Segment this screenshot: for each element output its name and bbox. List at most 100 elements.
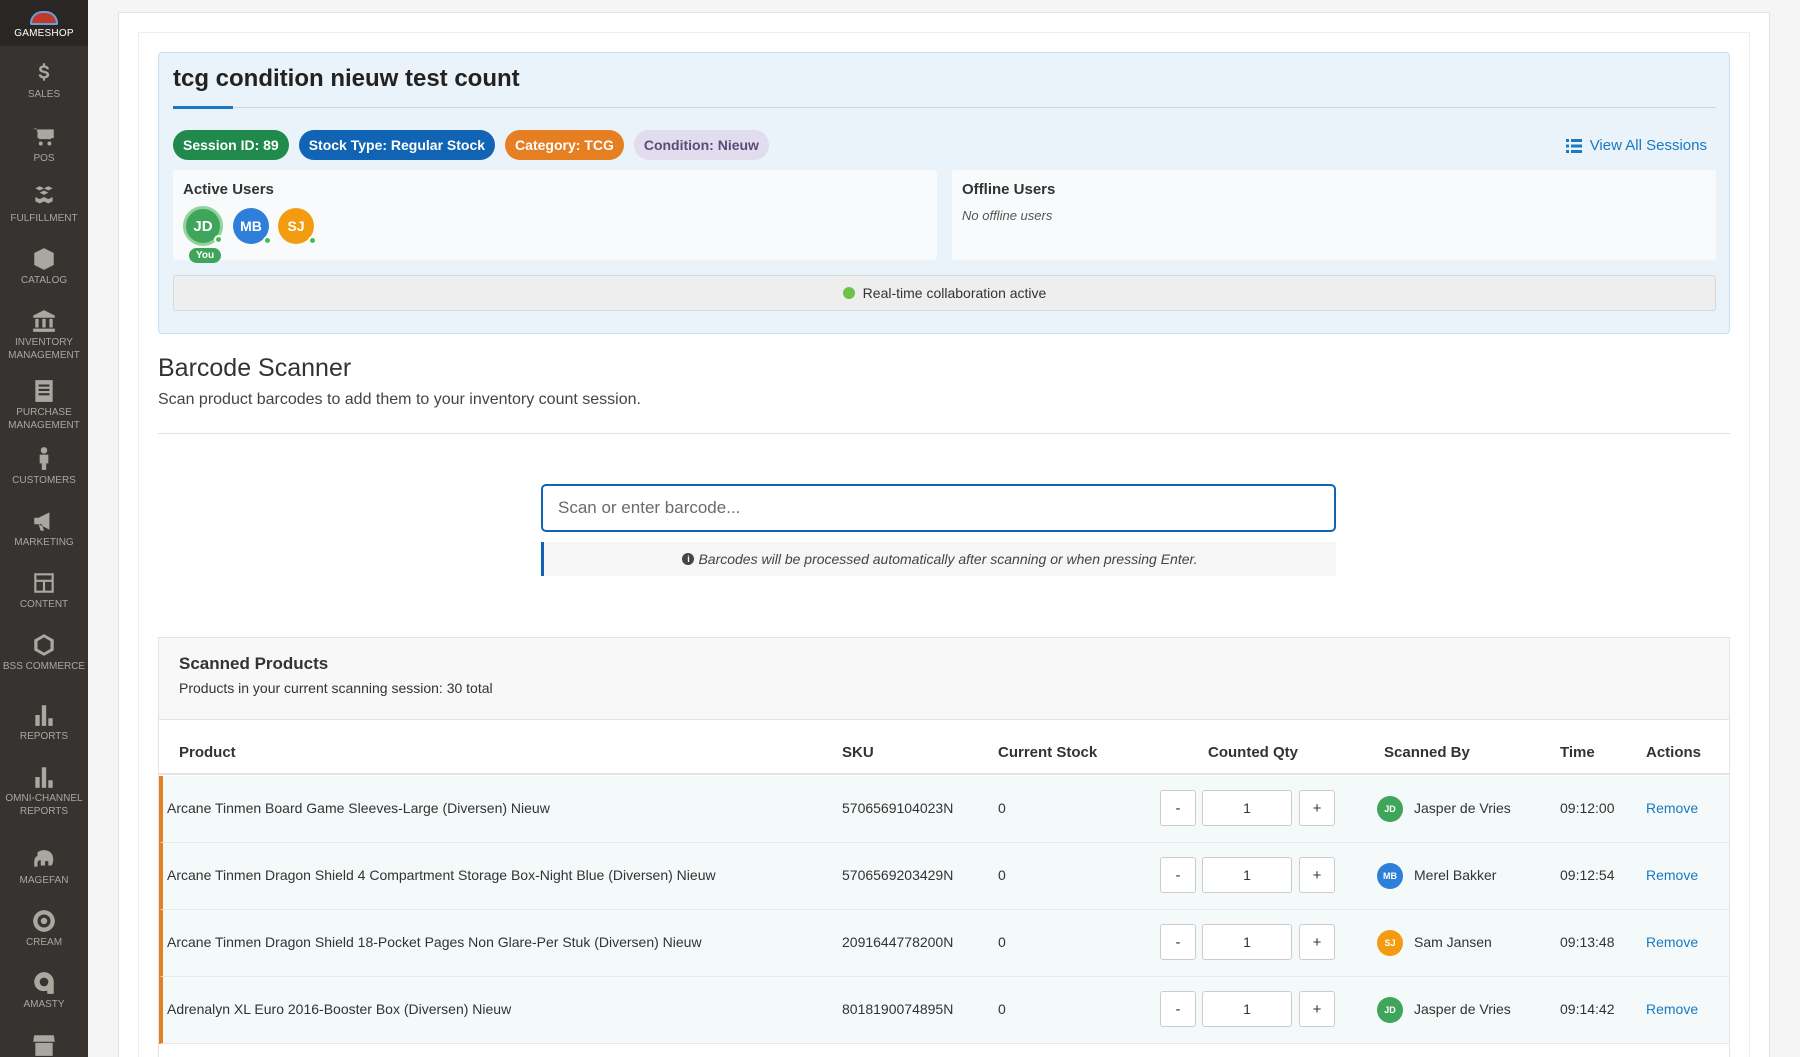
sidebar-item-content[interactable]: CONTENT <box>0 570 88 611</box>
scan-hint-text: Barcodes will be processed automatically… <box>698 551 1198 567</box>
scanned-products-header: Scanned Products Products in your curren… <box>159 638 1729 720</box>
increase-qty-button[interactable]: + <box>1299 857 1335 893</box>
document-icon <box>35 380 53 402</box>
cube-icon <box>34 248 54 270</box>
sidebar-item-catalog[interactable]: CATALOG <box>0 246 88 287</box>
bar-chart-icon <box>35 705 53 726</box>
table-row: Arcane Tinmen Dragon Shield 4 Compartmen… <box>159 843 1729 910</box>
product-sku: 8018190074895N <box>842 1001 954 1017</box>
scan-hint: i Barcodes will be processed automatical… <box>541 542 1336 576</box>
product-sku: 5706569104023N <box>842 800 954 816</box>
view-all-sessions-link[interactable]: View All Sessions <box>1565 137 1707 154</box>
counted-qty-input[interactable] <box>1202 991 1292 1027</box>
remove-button[interactable]: Remove <box>1646 800 1698 816</box>
decrease-qty-button[interactable]: - <box>1160 857 1196 893</box>
page-title: tcg condition nieuw test count <box>173 65 520 92</box>
column-header-sku[interactable]: SKU <box>842 744 874 761</box>
sidebar-item-label: MARKETING <box>14 537 74 548</box>
status-dot-icon <box>842 287 855 299</box>
cart-icon <box>33 128 54 146</box>
avatar-sj[interactable]: SJ <box>278 208 317 245</box>
current-stock: 0 <box>998 1001 1006 1017</box>
barcode-input[interactable] <box>541 484 1336 532</box>
boxes-icon <box>35 186 53 204</box>
sidebar-item-label: SALES <box>27 89 61 100</box>
sidebar-item-more[interactable] <box>0 1032 88 1057</box>
sidebar-item-label: PURCHASE MANAGEMENT <box>8 407 80 431</box>
scanner-divider <box>158 433 1730 434</box>
decrease-qty-button[interactable]: - <box>1160 991 1196 1027</box>
sidebar-item-reports[interactable]: REPORTS <box>0 702 88 743</box>
condition-badge: Condition: Nieuw <box>633 130 769 160</box>
sidebar-item-bss-commerce[interactable]: BSS COMMERCE <box>0 632 88 673</box>
avatar-initials: MB <box>240 218 262 234</box>
remove-button[interactable]: Remove <box>1646 867 1698 883</box>
column-header-counted-qty[interactable]: Counted Qty <box>1208 744 1298 761</box>
sidebar-item-marketing[interactable]: MARKETING <box>0 508 88 549</box>
remove-button[interactable]: Remove <box>1646 1001 1698 1017</box>
sidebar-item-fulfillment[interactable]: FULFILLMENT <box>0 184 88 225</box>
column-header-time[interactable]: Time <box>1560 744 1595 761</box>
column-header-scanned-by[interactable]: Scanned By <box>1384 744 1470 761</box>
scan-time: 09:12:54 <box>1560 867 1615 883</box>
sidebar-item-customers[interactable]: CUSTOMERS <box>0 446 88 487</box>
scanner-avatar: JD <box>1377 796 1403 822</box>
title-accent <box>173 106 233 109</box>
product-sku: 2091644778200N <box>842 934 954 950</box>
table-row: Adrenalyn XL Euro 2016-Booster Box (Dive… <box>159 977 1729 1044</box>
title-divider <box>173 107 1716 108</box>
remove-button[interactable]: Remove <box>1646 934 1698 950</box>
increase-qty-button[interactable]: + <box>1299 790 1335 826</box>
increase-qty-button[interactable]: + <box>1299 991 1335 1027</box>
session-id-badge: Session ID: 89 <box>173 130 289 160</box>
column-header-product[interactable]: Product <box>179 744 236 761</box>
collaboration-status-text: Real-time collaboration active <box>862 285 1047 301</box>
admin-sidebar: GAMESHOP SALES POS FULFILLMENT CATALOG I… <box>0 0 88 1057</box>
session-badges: Session ID: 89 Stock Type: Regular Stock… <box>173 130 769 160</box>
online-indicator <box>263 236 272 245</box>
sidebar-item-magefan[interactable]: MAGEFAN <box>0 846 88 887</box>
offline-users-panel: Offline Users No offline users <box>952 170 1716 260</box>
logo-icon <box>30 11 58 25</box>
column-header-current-stock[interactable]: Current Stock <box>998 744 1097 761</box>
session-header: tcg condition nieuw test count Session I… <box>158 52 1730 334</box>
avatar-jd[interactable]: JD <box>183 206 223 246</box>
scanned-products-panel: Scanned Products Products in your curren… <box>158 637 1730 1057</box>
sidebar-item-sales[interactable]: SALES <box>0 60 88 101</box>
counted-qty-input[interactable] <box>1202 790 1292 826</box>
gameshop-logo[interactable]: GAMESHOP <box>0 0 88 46</box>
scanned-by-name: Sam Jansen <box>1414 934 1492 950</box>
increase-qty-button[interactable]: + <box>1299 924 1335 960</box>
current-stock: 0 <box>998 800 1006 816</box>
avatar-mb[interactable]: MB <box>233 208 272 245</box>
hexagon-icon <box>34 634 54 656</box>
decrease-qty-button[interactable]: - <box>1160 924 1196 960</box>
product-name: Arcane Tinmen Board Game Sleeves-Large (… <box>167 800 550 816</box>
scanner-subtitle: Scan product barcodes to add them to you… <box>158 391 641 408</box>
online-indicator <box>214 235 223 244</box>
sidebar-item-label: CUSTOMERS <box>12 475 76 486</box>
scanned-by-name: Merel Bakker <box>1414 867 1497 883</box>
product-sku: 5706569203429N <box>842 867 954 883</box>
bar-chart-icon <box>35 767 53 788</box>
sidebar-item-pos[interactable]: POS <box>0 124 88 165</box>
sidebar-item-amasty[interactable]: AMASTY <box>0 970 88 1011</box>
product-name: Adrenalyn XL Euro 2016-Booster Box (Dive… <box>167 1001 512 1017</box>
sidebar-item-label: INVENTORY MANAGEMENT <box>8 337 80 361</box>
scan-time: 09:13:48 <box>1560 934 1615 950</box>
sidebar-item-cream[interactable]: CREAM <box>0 908 88 949</box>
avatar-initials: SJ <box>287 218 305 234</box>
scanned-products-title: Scanned Products <box>179 654 329 673</box>
counted-qty-input[interactable] <box>1202 924 1292 960</box>
sidebar-item-purchase-management[interactable]: PURCHASE MANAGEMENT <box>0 378 88 432</box>
decrease-qty-button[interactable]: - <box>1160 790 1196 826</box>
counted-qty-input[interactable] <box>1202 857 1292 893</box>
table-header: Product SKU Current Stock Counted Qty Sc… <box>159 731 1729 775</box>
active-users-panel: Active Users JD You MB SJ <box>173 170 937 263</box>
category-badge: Category: TCG <box>505 130 624 160</box>
sidebar-item-inventory-management[interactable]: INVENTORY MANAGEMENT <box>0 308 88 362</box>
sidebar-item-label: CREAM <box>25 937 63 948</box>
you-badge: You <box>189 248 222 263</box>
avatar-initials: JD <box>193 217 213 235</box>
sidebar-item-omni-channel-reports[interactable]: OMNI-CHANNEL REPORTS <box>0 764 88 818</box>
